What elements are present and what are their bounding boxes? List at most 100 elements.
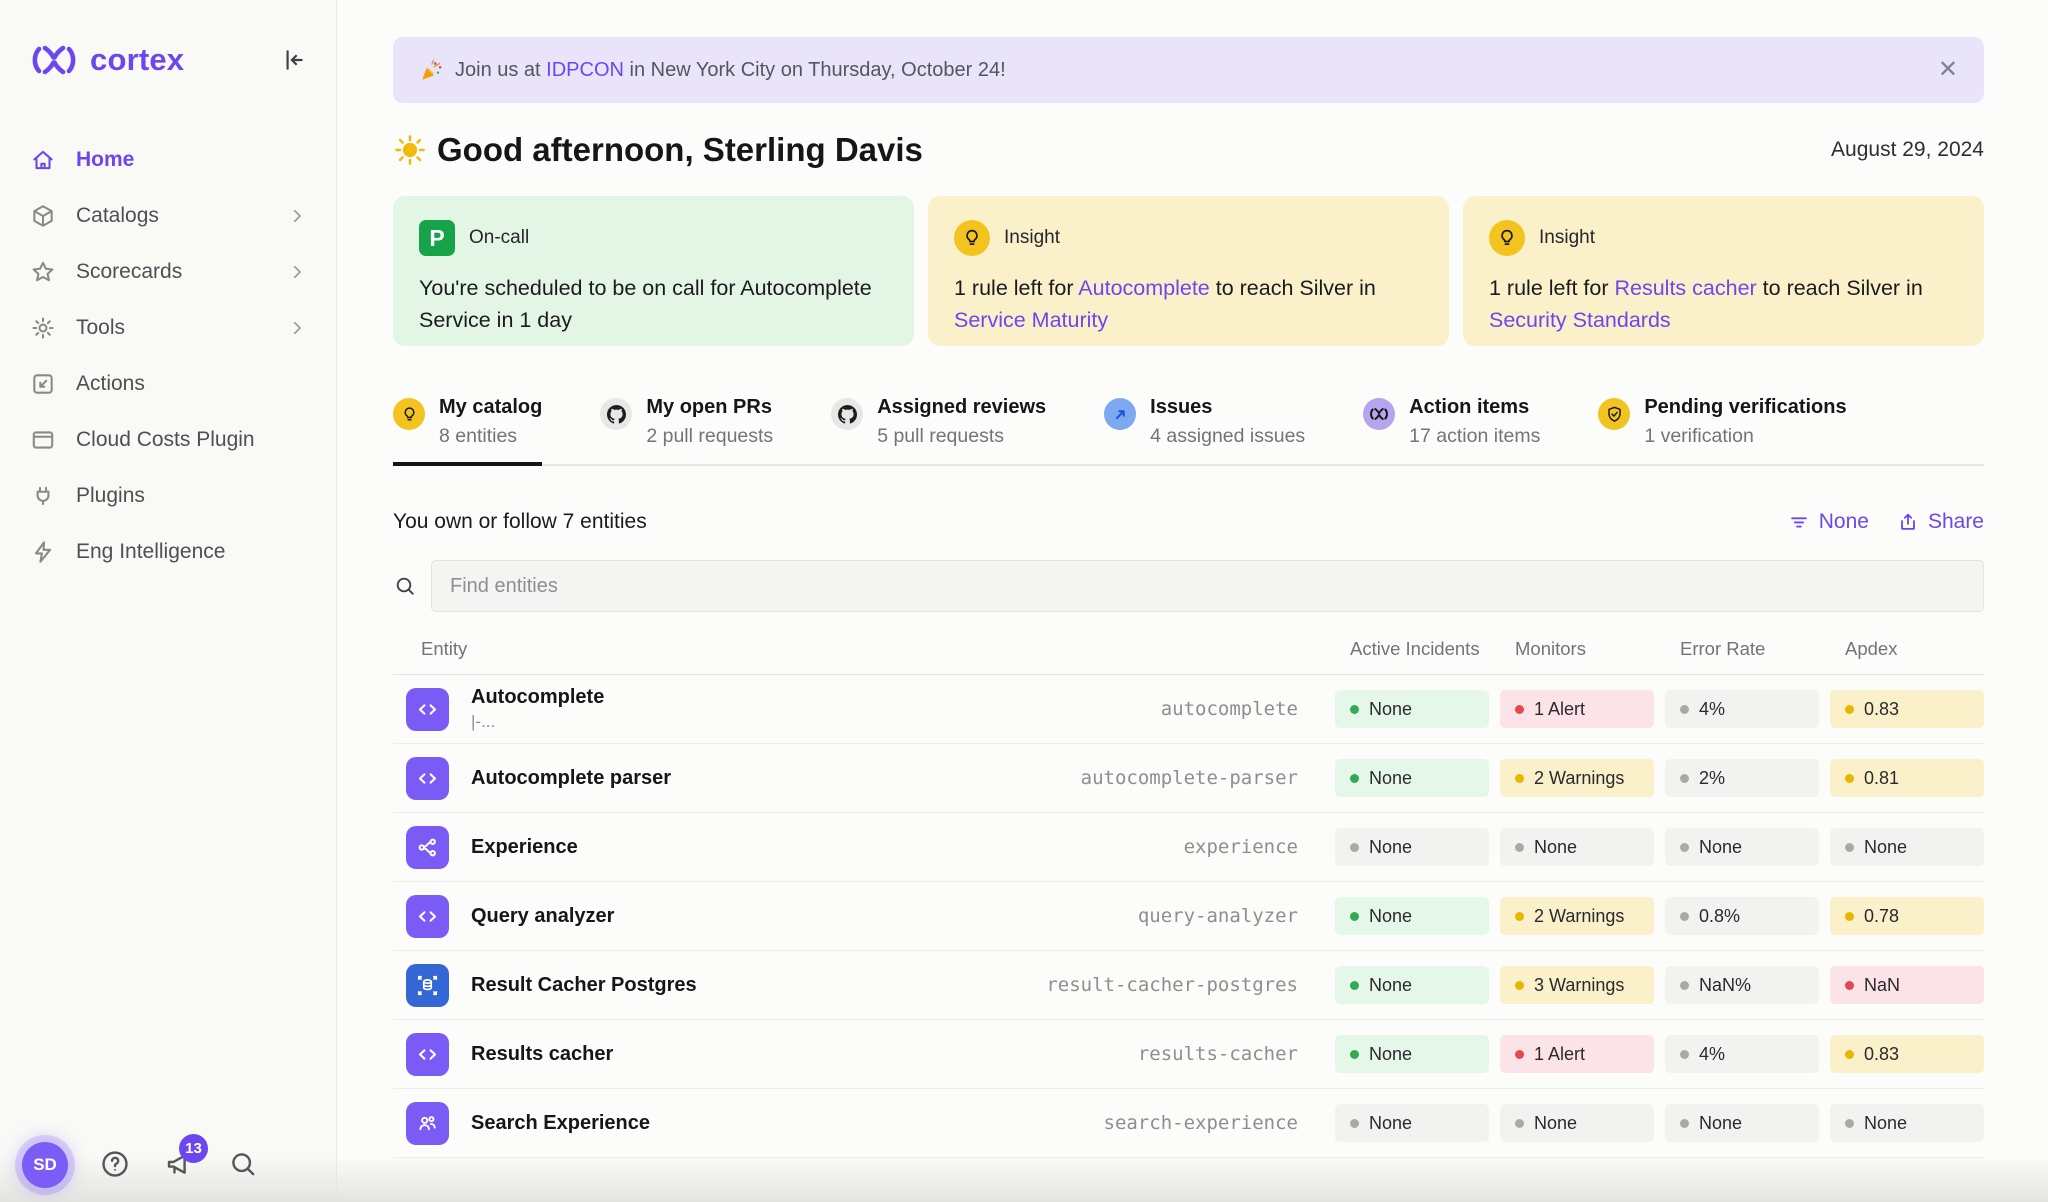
incidents-pill: None	[1335, 1104, 1489, 1142]
banner-idpcon-link[interactable]: IDPCON	[546, 59, 624, 81]
filter-icon	[1788, 511, 1810, 533]
sidebar-item-tools[interactable]: Tools	[0, 300, 336, 356]
greeting-row: Good afternoon, Sterling Davis August 29…	[393, 131, 1984, 169]
tab-sublabel: 2 pull requests	[646, 425, 773, 448]
quick-search-button[interactable]	[226, 1148, 260, 1182]
card-header: P On-call	[419, 220, 888, 256]
error-rate-pill: 2%	[1665, 759, 1819, 797]
tab-label: Pending verifications	[1644, 396, 1846, 419]
entity-cell: Autocomplete parser autocomplete-parser	[393, 757, 1324, 800]
sidebar-item-plugins[interactable]: Plugins	[0, 468, 336, 524]
on-call-card[interactable]: P On-call You're scheduled to be on call…	[393, 196, 914, 346]
scorecard-link[interactable]: Service Maturity	[954, 308, 1108, 332]
entity-link[interactable]: Results cacher	[1614, 276, 1756, 300]
table-row[interactable]: Autocomplete |-... autocomplete None 1 A…	[393, 675, 1984, 744]
share-button[interactable]: Share	[1897, 510, 1984, 534]
graph-icon	[406, 826, 449, 869]
table-row[interactable]: Query analyzer query-analyzer None 2 War…	[393, 882, 1984, 951]
announcement-banner: Join us at IDPCON in New York City on Th…	[393, 37, 1984, 103]
catalog-summary-row: You own or follow 7 entities None Share	[393, 510, 1984, 534]
user-avatar[interactable]: SD	[22, 1142, 68, 1188]
entity-cell: Experience experience	[393, 826, 1324, 869]
card-title: Insight	[1004, 227, 1060, 249]
entity-name: Results cacher	[471, 1043, 613, 1066]
entity-cell: Query analyzer query-analyzer	[393, 895, 1324, 938]
card-text: 1 rule left for	[1489, 276, 1614, 300]
filter-label: None	[1819, 510, 1869, 534]
tab-issues[interactable]: Issues 4 assigned issues	[1104, 396, 1305, 464]
sidebar-collapse-button[interactable]	[278, 45, 308, 75]
sidebar-item-eng-intelligence[interactable]: Eng Intelligence	[0, 524, 336, 580]
status-dot	[1845, 912, 1854, 921]
star-icon	[30, 259, 56, 285]
entity-name: Experience	[471, 836, 578, 859]
pill-label: 1 Alert	[1534, 699, 1585, 720]
status-dot	[1680, 774, 1689, 783]
pill-label: 2 Warnings	[1534, 768, 1624, 789]
find-entities-input[interactable]	[431, 560, 1984, 612]
lightbulb-icon	[393, 398, 425, 430]
pill-label: None	[1369, 768, 1412, 789]
table-row[interactable]: Result Cacher Postgres result-cacher-pos…	[393, 951, 1984, 1020]
scorecard-link[interactable]: Security Standards	[1489, 308, 1671, 332]
apdex-pill: 0.83	[1830, 1035, 1984, 1073]
tab-assigned-reviews[interactable]: Assigned reviews 5 pull requests	[831, 396, 1046, 464]
lightbulb-icon	[1489, 220, 1525, 256]
app-window: cortex Home Catalogs	[0, 0, 2048, 1202]
tab-sublabel: 1 verification	[1644, 425, 1846, 448]
status-dot	[1845, 1119, 1854, 1128]
collapse-icon	[280, 47, 306, 73]
pill-label: NaN	[1864, 975, 1900, 996]
pill-label: None	[1864, 837, 1907, 858]
banner-close-button[interactable]: ✕	[1938, 58, 1958, 82]
announcements-button[interactable]: 13	[162, 1148, 196, 1182]
pill-label: 0.83	[1864, 699, 1899, 720]
card-body: 1 rule left for Results cacher to reach …	[1489, 272, 1958, 337]
plug-icon	[30, 483, 56, 509]
sidebar-item-cloud-costs-plugin[interactable]: Cloud Costs Plugin	[0, 412, 336, 468]
table-row[interactable]: Experience experience None None None Non…	[393, 813, 1984, 882]
sidebar-item-catalogs[interactable]: Catalogs	[0, 188, 336, 244]
apdex-pill: None	[1830, 828, 1984, 866]
status-dot	[1845, 981, 1854, 990]
actions-icon	[30, 371, 56, 397]
notification-badge: 13	[179, 1134, 208, 1163]
entity-link[interactable]: Autocomplete	[1078, 276, 1209, 300]
entity-tag: autocomplete-parser	[1081, 767, 1324, 789]
banner-text-pre: Join us at	[455, 59, 546, 81]
pill-label: None	[1369, 699, 1412, 720]
tab-action-items[interactable]: Action items 17 action items	[1363, 396, 1540, 464]
status-dot	[1680, 981, 1689, 990]
insight-card-2[interactable]: Insight 1 rule left for Results cacher t…	[1463, 196, 1984, 346]
status-dot	[1515, 774, 1524, 783]
github-icon	[600, 398, 632, 430]
table-row[interactable]: Search Experience search-experience None…	[393, 1089, 1984, 1158]
filter-button[interactable]: None	[1788, 510, 1869, 534]
banner-text-post: in New York City on Thursday, October 24…	[624, 59, 1006, 81]
pill-label: None	[1534, 837, 1577, 858]
card-title: On-call	[469, 227, 529, 249]
tab-my-open-prs[interactable]: My open PRs 2 pull requests	[600, 396, 773, 464]
sidebar-item-scorecards[interactable]: Scorecards	[0, 244, 336, 300]
tab-my-catalog[interactable]: My catalog 8 entities	[393, 396, 542, 464]
insight-card-1[interactable]: Insight 1 rule left for Autocomplete to …	[928, 196, 1449, 346]
entity-tag: results-cacher	[1138, 1043, 1324, 1065]
cortex-logo-icon	[30, 36, 78, 84]
tab-pending-verifications[interactable]: Pending verifications 1 verification	[1598, 396, 1846, 464]
sidebar-item-label: Plugins	[76, 484, 145, 508]
monitors-pill: 1 Alert	[1500, 1035, 1654, 1073]
error-rate-pill: 4%	[1665, 690, 1819, 728]
status-dot	[1680, 912, 1689, 921]
code-icon	[406, 895, 449, 938]
brand-name: cortex	[90, 42, 184, 78]
search-icon	[393, 574, 417, 598]
table-row[interactable]: Autocomplete parser autocomplete-parser …	[393, 744, 1984, 813]
tab-label: Assigned reviews	[877, 396, 1046, 419]
sidebar-item-home[interactable]: Home	[0, 132, 336, 188]
help-button[interactable]	[98, 1148, 132, 1182]
status-dot	[1845, 843, 1854, 852]
table-row[interactable]: Results cacher results-cacher None 1 Ale…	[393, 1020, 1984, 1089]
sidebar-item-actions[interactable]: Actions	[0, 356, 336, 412]
sidebar-item-label: Home	[76, 148, 134, 172]
monitors-pill: None	[1500, 828, 1654, 866]
